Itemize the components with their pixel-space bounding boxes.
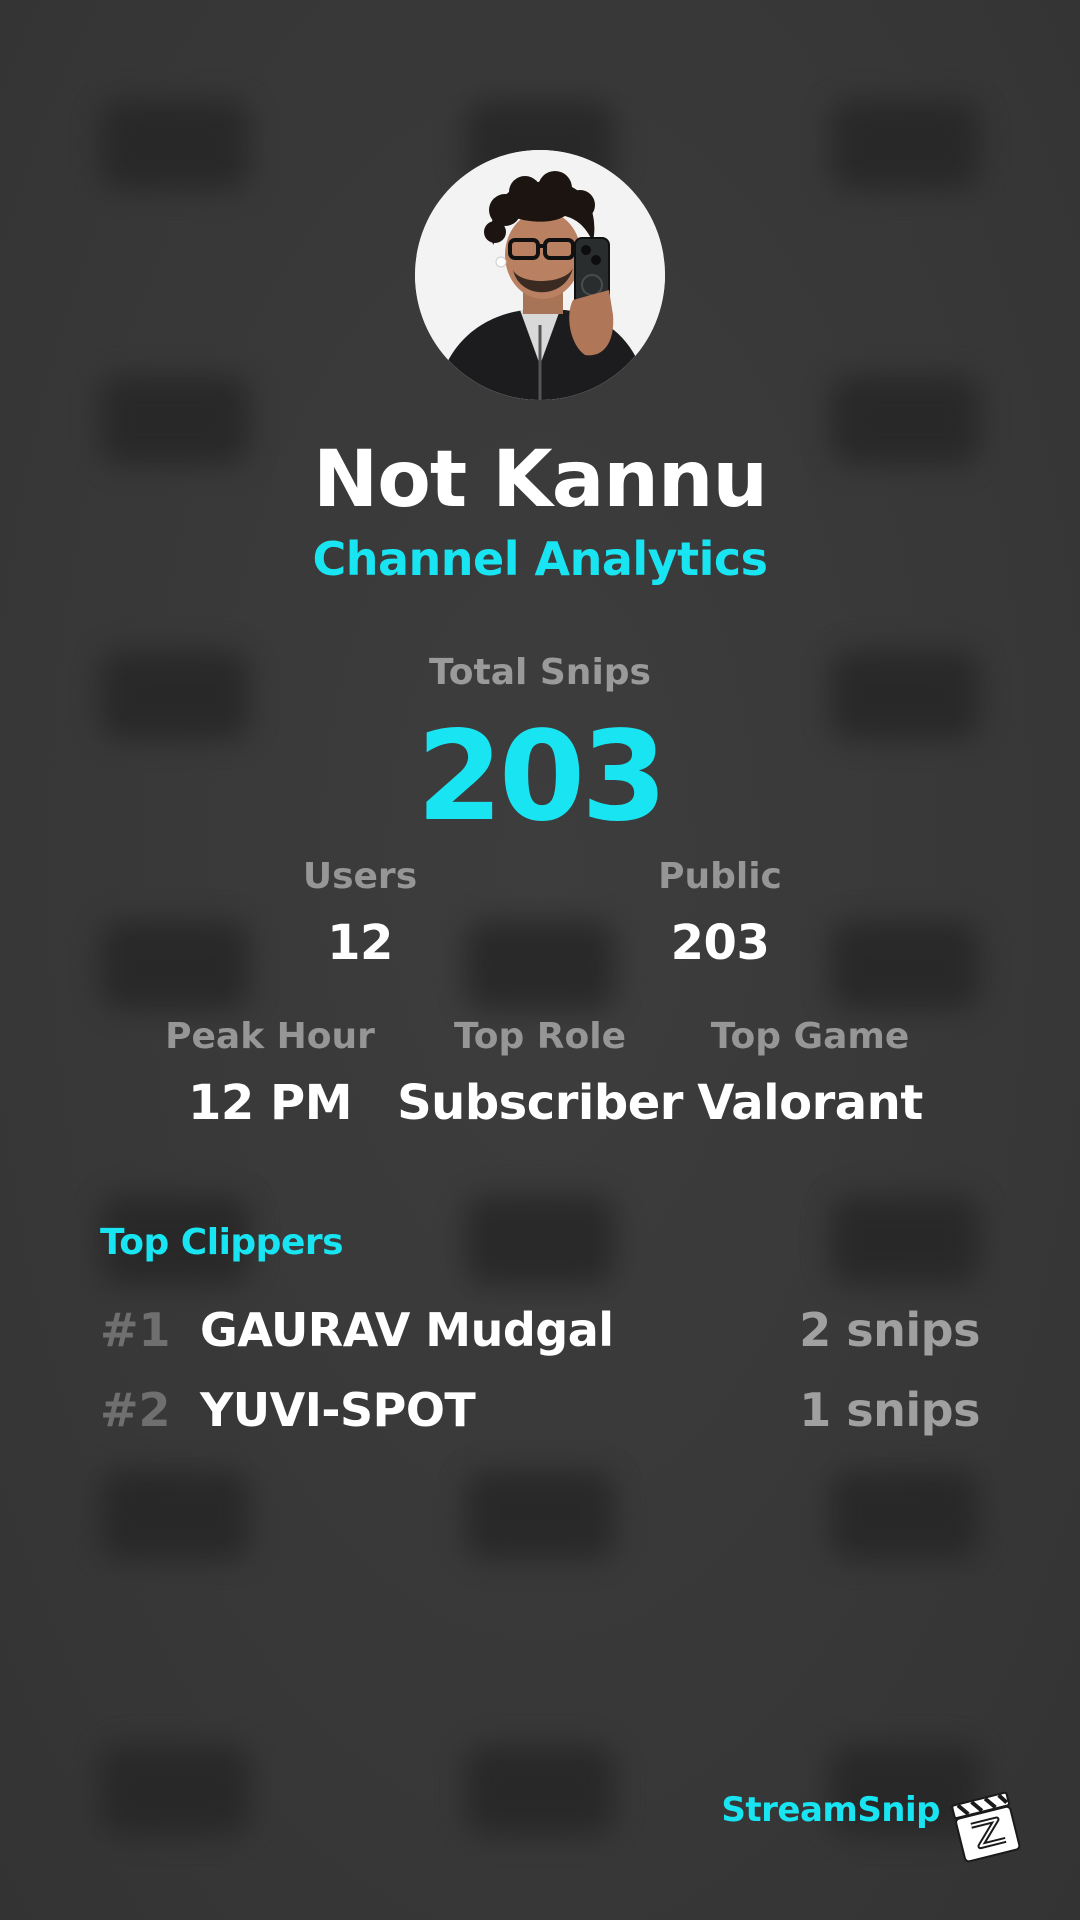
- brand-name: StreamSnip: [721, 1790, 940, 1830]
- clapperboard-icon: [948, 1788, 1026, 1866]
- channel-name: Not Kannu: [313, 435, 768, 525]
- stat-public-value: 203: [670, 915, 770, 971]
- stat-public-label: Public: [658, 856, 782, 897]
- clipper-name: YUVI-SPOT: [200, 1383, 476, 1437]
- list-item: #1 GAURAV Mudgal 2 snips: [100, 1303, 980, 1363]
- clipper-count: 1 snips: [799, 1383, 980, 1437]
- stat-top-game: Top Game Valorant: [650, 1015, 970, 1133]
- stat-top-game-value: Valorant: [697, 1075, 923, 1131]
- stat-users: Users 12: [200, 855, 520, 973]
- top-clippers-title: Top Clippers: [100, 1222, 344, 1263]
- stat-users-label: Users: [302, 856, 418, 897]
- stat-public: Public 203: [560, 855, 880, 973]
- analytics-card: Not Kannu Channel Analytics Total Snips …: [0, 0, 1080, 1920]
- clipper-rank: #1: [100, 1303, 171, 1357]
- total-snips-value: 203: [416, 705, 668, 849]
- page-subtitle: Channel Analytics: [312, 532, 768, 586]
- stat-top-game-label: Top Game: [710, 1016, 910, 1057]
- avatar-photo: [415, 150, 665, 400]
- clipper-count: 2 snips: [799, 1303, 980, 1357]
- stat-users-value: 12: [327, 915, 393, 971]
- clipper-rank: #2: [100, 1383, 171, 1437]
- avatar: [415, 150, 665, 400]
- total-snips-label: Total Snips: [429, 652, 651, 693]
- clipper-name: GAURAV Mudgal: [200, 1303, 614, 1357]
- list-item: #2 YUVI-SPOT 1 snips: [100, 1383, 980, 1443]
